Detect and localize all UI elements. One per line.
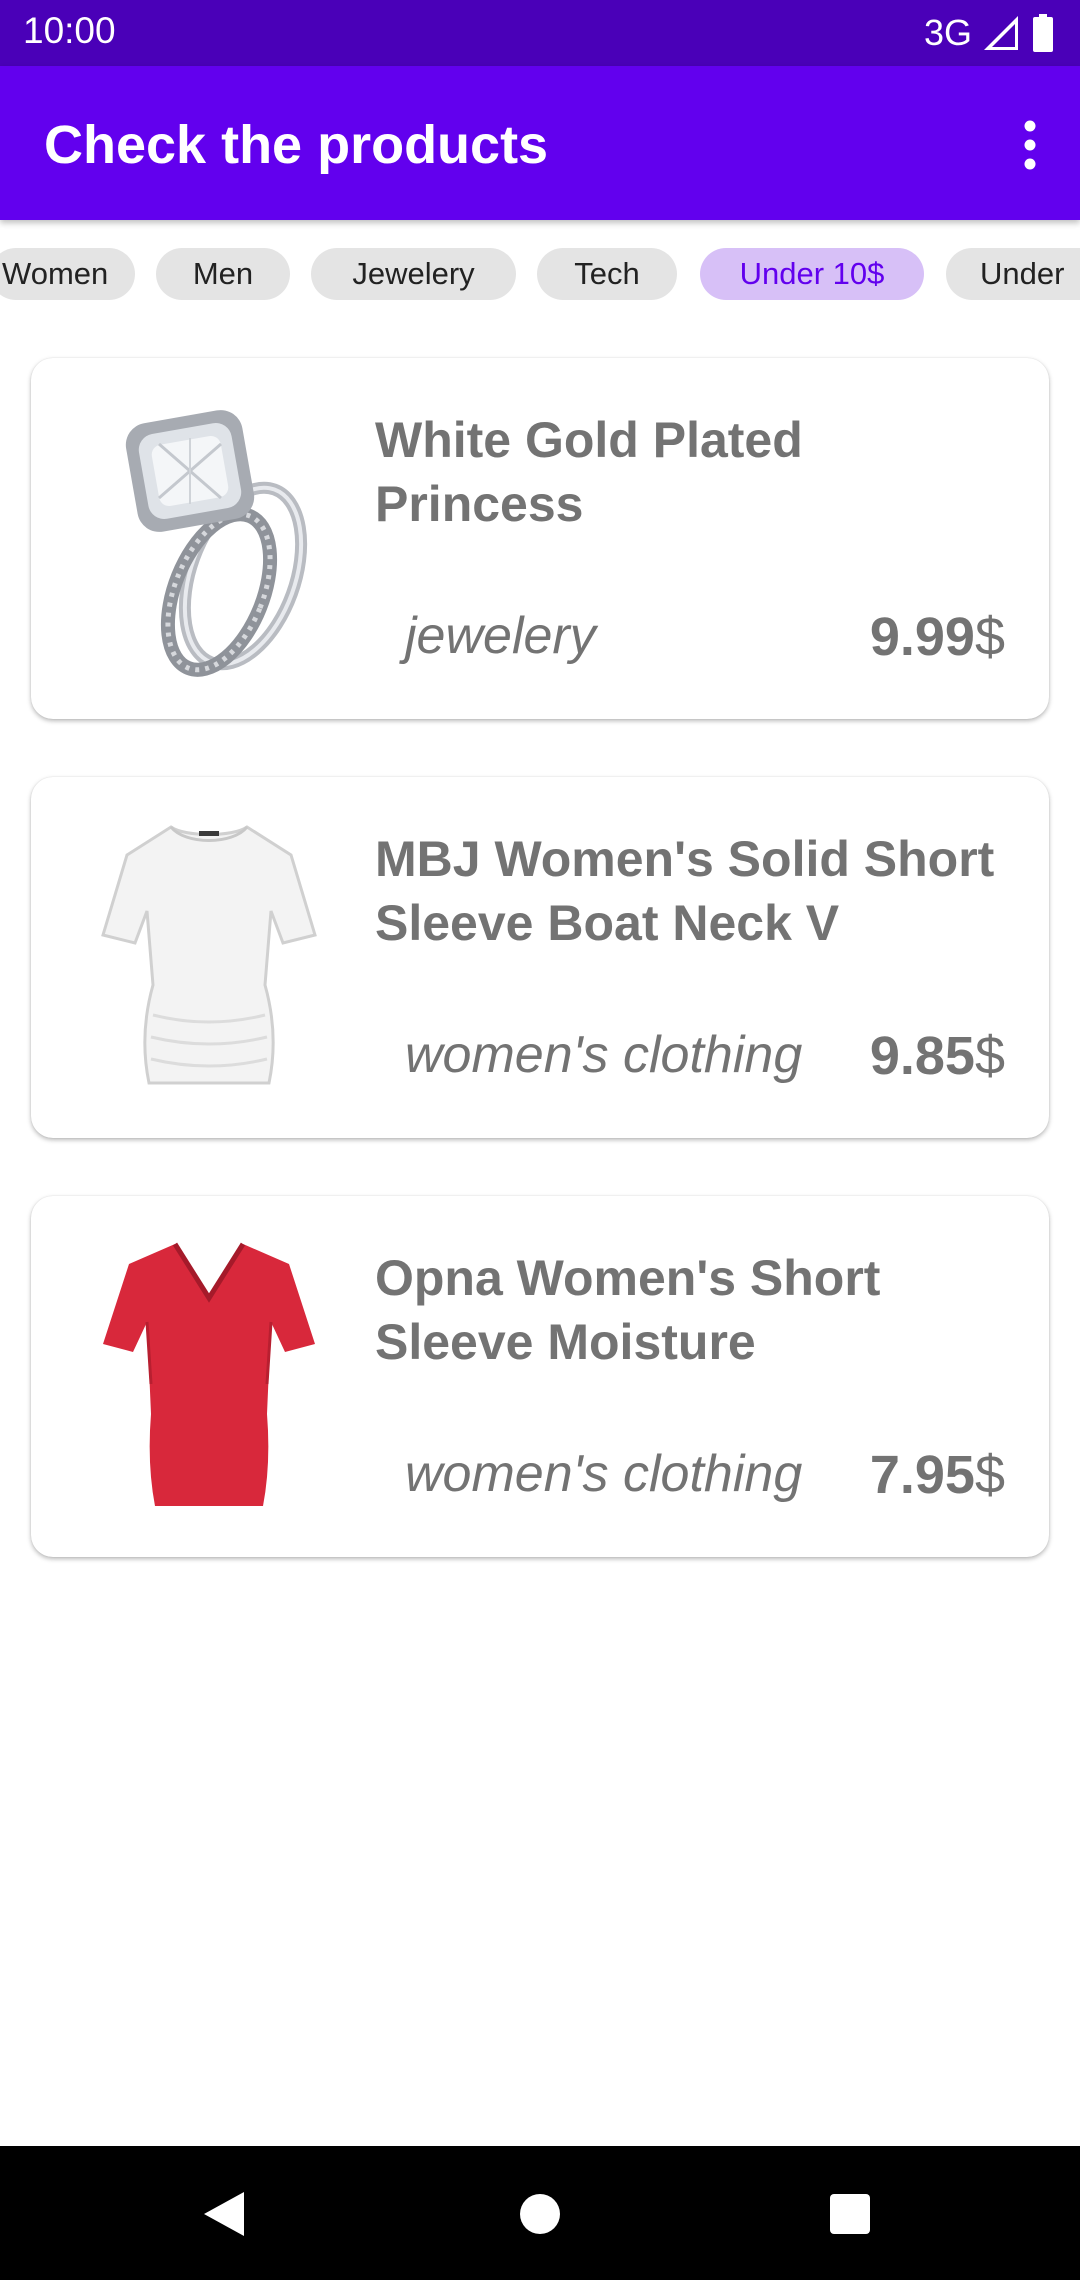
product-card[interactable]: MBJ Women's Solid Short Sleeve Boat Neck… xyxy=(31,777,1049,1138)
status-icons: 3G xyxy=(924,8,1054,58)
chip-jewelery[interactable]: Jewelery xyxy=(311,248,516,300)
status-bar: 10:00 3G xyxy=(0,0,1080,66)
signal-icon xyxy=(982,14,1020,52)
system-nav-bar xyxy=(0,2146,1080,2280)
chip-under[interactable]: Under xyxy=(946,248,1080,300)
product-title: MBJ Women's Solid Short Sleeve Boat Neck… xyxy=(375,831,995,951)
product-category: women's clothing xyxy=(405,1445,803,1503)
battery-icon xyxy=(1032,14,1054,52)
chip-label: Tech xyxy=(574,256,640,291)
product-price: 7.95$ xyxy=(870,1444,1005,1506)
price-currency: $ xyxy=(974,1445,1005,1505)
recents-icon[interactable] xyxy=(828,2192,872,2236)
chip-label: Women xyxy=(2,256,109,291)
chip-label: Under xyxy=(980,256,1065,291)
product-price: 9.99$ xyxy=(870,606,1005,668)
chip-label: Under 10$ xyxy=(739,256,885,291)
product-price: 9.85$ xyxy=(870,1025,1005,1087)
chip-under-10-selected[interactable]: Under 10$ xyxy=(700,248,924,300)
price-value: 7.95 xyxy=(869,1445,975,1505)
chip-label: Men xyxy=(192,256,254,291)
product-card[interactable]: White Gold Plated Princess jewelery 9.99… xyxy=(31,358,1049,719)
product-card[interactable]: Opna Women's Short Sleeve Moisture women… xyxy=(31,1196,1049,1557)
network-type: 3G xyxy=(923,12,972,53)
app-bar: Check the products xyxy=(0,66,1080,220)
page-title: Check the products xyxy=(44,115,549,175)
ring-image xyxy=(93,396,325,678)
chip-men[interactable]: Men xyxy=(156,248,290,300)
product-title: Opna Women's Short Sleeve Moisture xyxy=(375,1250,881,1370)
filter-chips: Women Men Jewelery Tech Under 10$ Under xyxy=(0,248,1080,300)
red-tshirt-image xyxy=(93,1234,325,1516)
white-tshirt-image xyxy=(93,815,325,1097)
product-category: jewelery xyxy=(405,607,596,665)
chip-label: Jewelery xyxy=(352,256,475,291)
back-icon[interactable] xyxy=(200,2190,246,2238)
product-title: White Gold Plated Princess xyxy=(375,412,803,532)
chip-women[interactable]: Women xyxy=(0,248,135,300)
home-icon[interactable] xyxy=(518,2192,562,2236)
price-value: 9.85 xyxy=(869,1026,975,1086)
chip-tech[interactable]: Tech xyxy=(537,248,677,300)
product-category: women's clothing xyxy=(405,1026,803,1084)
status-time: 10:00 xyxy=(23,10,116,51)
more-vert-icon[interactable] xyxy=(998,106,1062,184)
price-currency: $ xyxy=(974,607,1005,667)
price-value: 9.99 xyxy=(869,607,975,667)
price-currency: $ xyxy=(974,1026,1005,1086)
